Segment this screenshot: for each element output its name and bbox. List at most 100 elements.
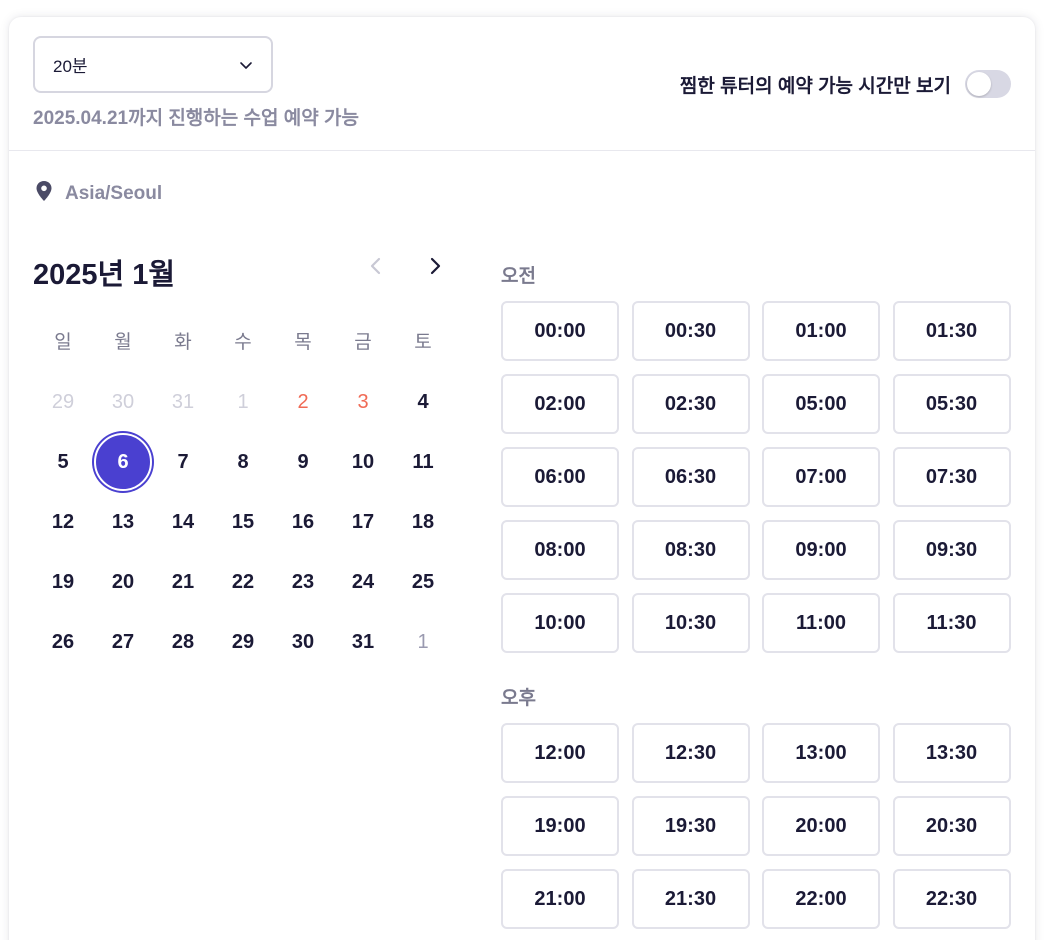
favorites-filter: 찜한 튜터의 예약 가능 시간만 보기 [680,70,1011,98]
calendar-day[interactable]: 1 [393,612,453,672]
calendar-day[interactable]: 11 [393,432,453,492]
time-slot-button[interactable]: 12:00 [501,723,619,783]
time-slot-button[interactable]: 21:00 [501,869,619,929]
time-slot-button[interactable]: 06:00 [501,447,619,507]
calendar-day[interactable]: 29 [213,612,273,672]
time-slot-button[interactable]: 08:30 [631,520,750,580]
calendar-day-number: 9 [297,450,309,473]
calendar-day-number: 30 [111,390,135,413]
booking-card: 20분 2025.04.21까지 진행하는 수업 예약 가능 찜한 튜터의 예약… [9,17,1035,940]
time-slot-button[interactable]: 11:30 [892,593,1011,653]
calendar-day[interactable]: 12 [33,492,93,552]
calendar-day[interactable]: 19 [33,552,93,612]
calendar-day-number: 17 [351,510,375,533]
weekday-label: 토 [414,332,432,353]
calendar-day[interactable]: 16 [273,492,333,552]
calendar-day[interactable]: 23 [273,552,333,612]
calendar-day-number: 7 [177,450,189,473]
time-slot-button[interactable]: 20:00 [762,796,880,856]
calendar-day[interactable]: 15 [213,492,273,552]
calendar-day[interactable]: 7 [153,432,213,492]
time-slot-button[interactable]: 10:30 [631,593,750,653]
calendar-day-number: 1 [237,390,249,413]
calendar-day[interactable]: 30 [273,612,333,672]
calendar-day-number: 24 [351,570,375,593]
calendar-day[interactable]: 14 [153,492,213,552]
time-slot-button[interactable]: 08:00 [501,520,619,580]
time-slot-button[interactable]: 01:00 [762,301,880,361]
calendar-day: 29 [33,372,93,432]
calendar-day-number: 2 [297,390,309,413]
calendar-day[interactable]: 10 [333,432,393,492]
duration-select-value: 20분 [53,57,88,76]
calendar-day: 31 [153,372,213,432]
time-slot-button[interactable]: 13:30 [892,723,1011,783]
calendar-weekday-header: 일월화수목금토 [33,328,453,358]
chevron-left-icon [370,257,381,275]
time-slot-button[interactable]: 05:00 [762,374,880,434]
time-slot-button[interactable]: 22:00 [762,869,880,929]
calendar-day[interactable]: 24 [333,552,393,612]
calendar-day: 1 [213,372,273,432]
time-slot-button[interactable]: 11:00 [762,593,880,653]
time-slot-button[interactable]: 00:00 [501,301,619,361]
calendar-day-number: 21 [171,570,195,593]
time-slot-button[interactable]: 02:00 [501,374,619,434]
time-slot-button[interactable]: 19:00 [501,796,619,856]
time-slot-button[interactable]: 13:00 [762,723,880,783]
calendar-day-number: 12 [51,510,75,533]
calendar-day-number: 31 [351,630,375,653]
calendar-day[interactable]: 3 [333,372,393,432]
time-slot-button[interactable]: 19:30 [631,796,750,856]
calendar-day[interactable]: 5 [33,432,93,492]
calendar-day[interactable]: 9 [273,432,333,492]
calendar-day[interactable]: 25 [393,552,453,612]
time-slot-button[interactable]: 22:30 [892,869,1011,929]
time-slot-button[interactable]: 00:30 [631,301,750,361]
calendar-day-number: 28 [171,630,195,653]
time-slot-button[interactable]: 09:00 [762,520,880,580]
time-slot-button[interactable]: 07:30 [892,447,1011,507]
time-slot-button[interactable]: 01:30 [892,301,1011,361]
calendar-day-number: 27 [111,630,135,653]
calendar-day[interactable]: 13 [93,492,153,552]
calendar-day-number: 31 [171,390,195,413]
calendar-day[interactable]: 20 [93,552,153,612]
calendar-day[interactable]: 26 [33,612,93,672]
calendar-day[interactable]: 27 [93,612,153,672]
calendar-day[interactable]: 31 [333,612,393,672]
calendar-day[interactable]: 18 [393,492,453,552]
calendar-day[interactable]: 28 [153,612,213,672]
time-slot-button[interactable]: 12:30 [631,723,750,783]
next-month-button[interactable] [420,251,450,281]
timezone-label: Asia/Seoul [65,182,163,204]
location-pin-icon [35,180,53,207]
favorites-toggle[interactable] [965,70,1011,98]
time-slot-button[interactable]: 06:30 [631,447,750,507]
time-slot-button[interactable]: 20:30 [892,796,1011,856]
calendar-day[interactable]: 17 [333,492,393,552]
chevron-right-icon [430,257,441,275]
calendar-day-number: 1 [417,630,429,653]
calendar-day-number: 5 [57,450,69,473]
calendar-day-number: 26 [51,630,75,653]
time-slot-button[interactable]: 09:30 [892,520,1011,580]
calendar-day[interactable]: 8 [213,432,273,492]
prev-month-button[interactable] [361,251,391,281]
time-slot-button[interactable]: 05:30 [892,374,1011,434]
time-slot-button[interactable]: 07:00 [762,447,880,507]
calendar-day-selected[interactable]: 6 [93,432,153,492]
duration-select[interactable]: 20분 [33,36,273,93]
calendar-day-grid: 29 30 31 1 2 3 4 5 6 7 8 9 10 11 12 13 14 15 16 17 18 19 20 21 2… [33,372,453,672]
time-slot-button[interactable]: 02:30 [631,374,750,434]
time-slot-button[interactable]: 10:00 [501,593,619,653]
calendar-day[interactable]: 21 [153,552,213,612]
calendar-day[interactable]: 4 [393,372,453,432]
booking-deadline-text: 2025.04.21까지 진행하는 수업 예약 가능 [33,108,359,129]
time-slot-button[interactable]: 21:30 [631,869,750,929]
calendar-day-number: 8 [237,450,249,473]
calendar-day[interactable]: 22 [213,552,273,612]
calendar-day-number: 13 [111,510,135,533]
calendar-day[interactable]: 2 [273,372,333,432]
calendar-day-number: 30 [291,630,315,653]
